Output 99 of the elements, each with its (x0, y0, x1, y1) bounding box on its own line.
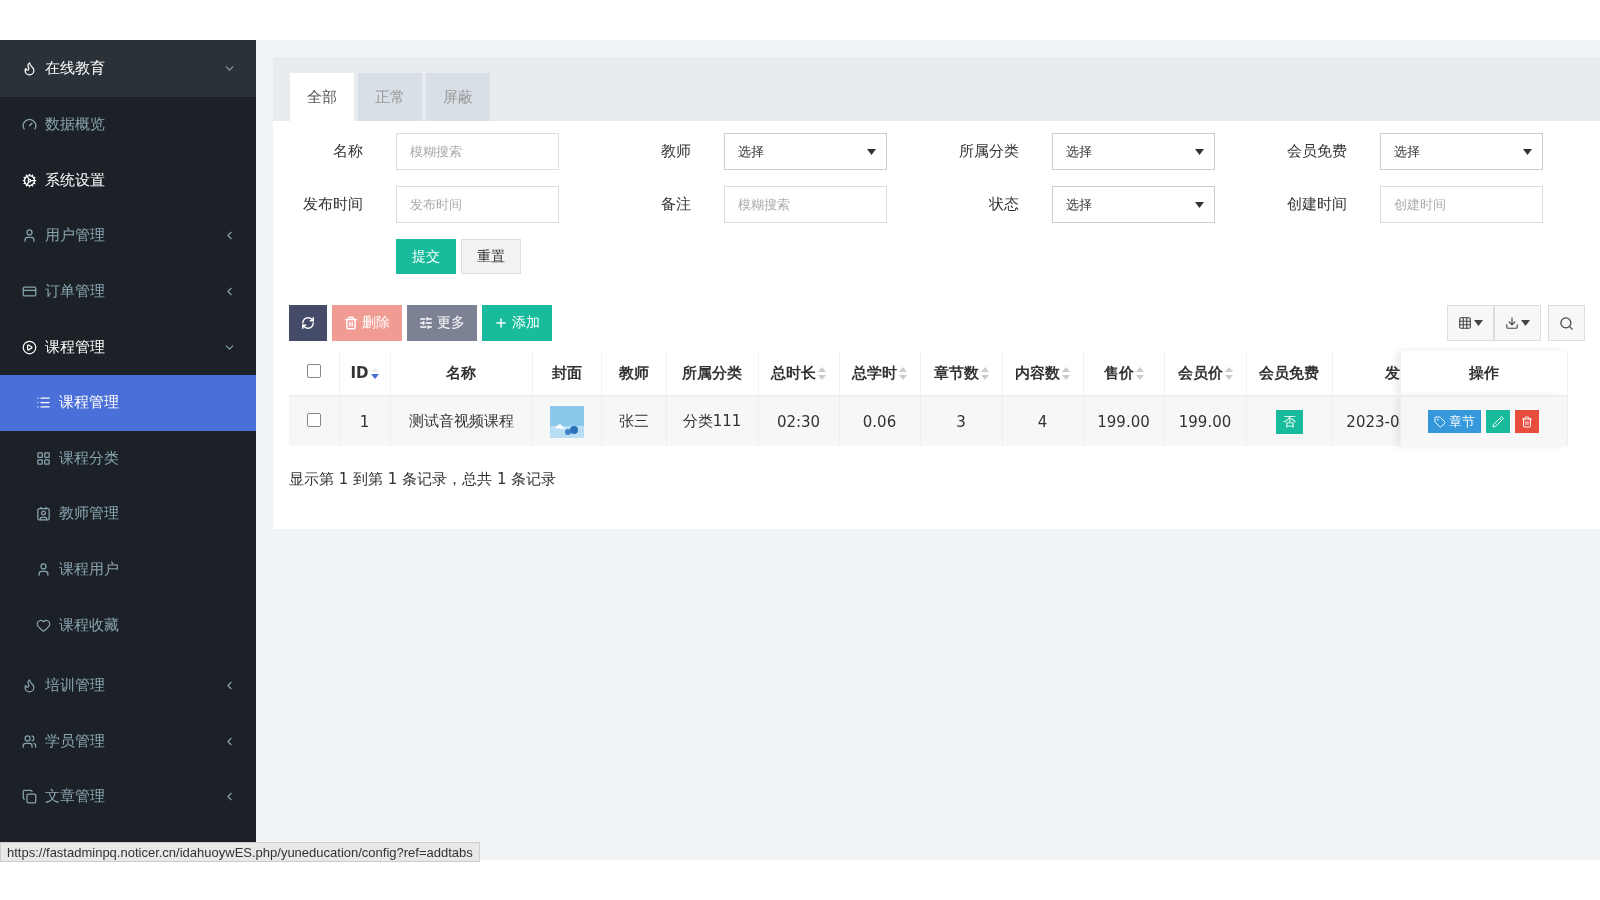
reset-button[interactable]: 重置 (461, 239, 521, 274)
field-label: 创建时间 (1286, 195, 1347, 214)
column-header: 名称 (446, 363, 476, 383)
field-label: 发布时间 (302, 195, 363, 214)
sidebar-subitem[interactable]: 教师管理 (0, 486, 256, 542)
download-icon (1505, 316, 1519, 330)
tag-icon (1434, 415, 1446, 428)
sidebar-item[interactable]: 学员管理 (0, 713, 256, 770)
column-header: 发 (1384, 363, 1399, 383)
table-cell: 分类111 (666, 396, 758, 446)
caret-icon (1521, 320, 1530, 326)
table-cell: 199.00 (1164, 396, 1246, 446)
column-header: 会员价 (1177, 363, 1233, 383)
table-cell: 张三 (601, 396, 666, 446)
table-cell: 0.06 (839, 396, 920, 446)
field-label: 名称 (332, 142, 363, 161)
person-icon (36, 506, 51, 522)
table-cell: 199.00 (1083, 396, 1164, 446)
column-header: 售价 (1103, 363, 1144, 383)
input-field[interactable]: 发布时间 (396, 186, 559, 223)
sidebar-item[interactable]: 课程管理 (0, 319, 256, 375)
user-icon (36, 562, 51, 578)
pagination-info: 显示第 1 到第 1 条记录，总共 1 条记录 (289, 470, 558, 489)
column-header: 操作 (1468, 363, 1499, 383)
more-button[interactable]: 更多 (407, 305, 477, 341)
user-icon (22, 228, 37, 244)
field-label: 备注 (660, 195, 691, 214)
heart-icon (36, 617, 51, 633)
column-header: 教师 (618, 363, 649, 383)
field-label: 会员免费 (1286, 142, 1347, 161)
table-cell: 4 (1002, 396, 1083, 446)
sidebar-header[interactable]: 在线教育 (0, 40, 256, 97)
tab[interactable]: 全部 (290, 73, 354, 121)
caret-icon (1195, 201, 1204, 208)
search-button[interactable] (1548, 305, 1585, 341)
checkbox[interactable] (306, 364, 321, 378)
play-icon (22, 339, 37, 355)
status-badge: 否 (1275, 409, 1303, 434)
select-field[interactable]: 选择 (724, 133, 887, 170)
people-icon (22, 733, 37, 749)
sidebar-subitem[interactable]: 课程收藏 (0, 597, 256, 653)
grid-icon (36, 450, 51, 466)
caret-icon (1195, 148, 1204, 155)
sidebar-item[interactable]: 系统设置 (0, 152, 256, 209)
table-cell: 3 (920, 396, 1002, 446)
refresh-button[interactable] (289, 305, 327, 341)
input-field[interactable]: 创建时间 (1380, 186, 1543, 223)
sidebar-subitem[interactable]: 课程管理 (0, 374, 256, 431)
pencil-icon (1492, 415, 1504, 428)
field-label: 状态 (988, 195, 1019, 214)
select-field[interactable]: 选择 (1052, 186, 1215, 223)
refresh-icon (301, 316, 315, 330)
sidebar-subitem[interactable]: 课程分类 (0, 430, 256, 487)
sliders-icon (419, 316, 433, 330)
flame-icon (22, 678, 37, 694)
caret-icon (1474, 320, 1483, 326)
caret-icon (867, 148, 876, 155)
column-header: 章节数 (933, 363, 989, 383)
copy-icon (22, 789, 37, 805)
sidebar-subitem[interactable]: 课程用户 (0, 541, 256, 598)
sidebar-item[interactable]: 文章管理 (0, 769, 256, 825)
plus-icon (494, 316, 508, 330)
sidebar-item[interactable]: 订单管理 (0, 263, 256, 320)
table-cell: 测试音视频课程 (390, 396, 532, 446)
field-label: 教师 (660, 142, 691, 161)
table-cell: 1 (339, 396, 390, 446)
checkbox[interactable] (306, 412, 321, 427)
column-header: ID (350, 364, 379, 382)
trash-icon (344, 316, 358, 330)
card-icon (22, 284, 37, 300)
trash-icon (1521, 415, 1533, 428)
column-header: 所属分类 (682, 363, 742, 383)
edit-button[interactable] (1486, 410, 1510, 433)
column-header: 封面 (551, 363, 582, 383)
search-icon (1559, 315, 1574, 331)
column-header: 总时长 (771, 363, 826, 383)
flame-icon (22, 61, 37, 76)
field-label: 所属分类 (958, 142, 1019, 161)
table-cell: 2023-0 (1332, 396, 1400, 446)
gears-icon (22, 172, 37, 188)
table-cell: 02:30 (758, 396, 839, 446)
sidebar-item[interactable]: 数据概览 (0, 97, 256, 153)
delete-button[interactable] (1515, 410, 1539, 433)
input-field[interactable]: 模糊搜索 (724, 186, 887, 223)
sidebar-item[interactable]: 用户管理 (0, 208, 256, 264)
export-button[interactable] (1494, 305, 1541, 341)
column-header: 会员免费 (1259, 363, 1319, 383)
sort-icon[interactable] (370, 366, 379, 380)
sidebar-item[interactable]: 培训管理 (0, 657, 256, 714)
column-header: 总学时 (852, 363, 907, 383)
list-icon (36, 395, 51, 411)
status-url: https://fastadminpq.noticer.cn/idahuoywES.php/yuneducation/config?ref=addtabs (0, 842, 480, 862)
select-field[interactable]: 选择 (1052, 133, 1215, 170)
columns-button[interactable] (1447, 305, 1494, 341)
column-header: 内容数 (1015, 363, 1070, 383)
input-field[interactable]: 模糊搜索 (396, 133, 559, 170)
grid-icon (1458, 316, 1472, 330)
caret-icon (1523, 148, 1532, 155)
select-field[interactable]: 选择 (1380, 133, 1543, 170)
